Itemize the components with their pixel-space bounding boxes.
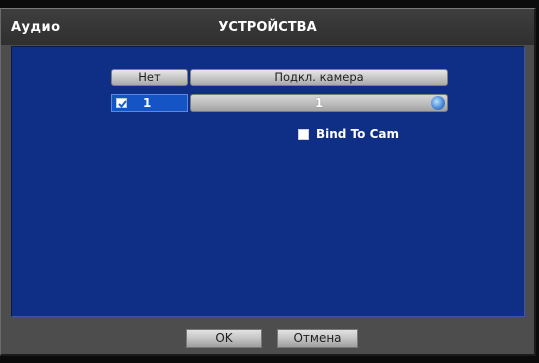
devices-dialog: Аудио УСТРОЙСТВА Нет Подкл. камера 1 1 B… xyxy=(0,8,536,356)
checkmark-icon xyxy=(118,100,127,108)
title-bar: Аудио УСТРОЙСТВА xyxy=(1,9,534,45)
cancel-button[interactable]: Отмена xyxy=(277,329,358,348)
column-header-camera[interactable]: Подкл. камера xyxy=(190,69,448,86)
row-checkbox[interactable] xyxy=(116,98,127,108)
content-panel: Нет Подкл. камера 1 1 Bind To Cam xyxy=(11,46,525,317)
dialog-title: УСТРОЙСТВА xyxy=(218,20,317,35)
bind-to-cam-checkbox[interactable] xyxy=(298,129,309,140)
camera-select-value: 1 xyxy=(314,96,324,110)
column-header-no[interactable]: Нет xyxy=(111,69,188,86)
table-row-no-cell[interactable]: 1 xyxy=(111,94,188,112)
camera-select[interactable]: 1 xyxy=(190,94,448,112)
bind-to-cam-label: Bind To Cam xyxy=(316,127,399,141)
row-number: 1 xyxy=(143,96,152,110)
ok-button[interactable]: OK xyxy=(186,329,262,348)
dropdown-globe-icon[interactable] xyxy=(431,96,445,110)
